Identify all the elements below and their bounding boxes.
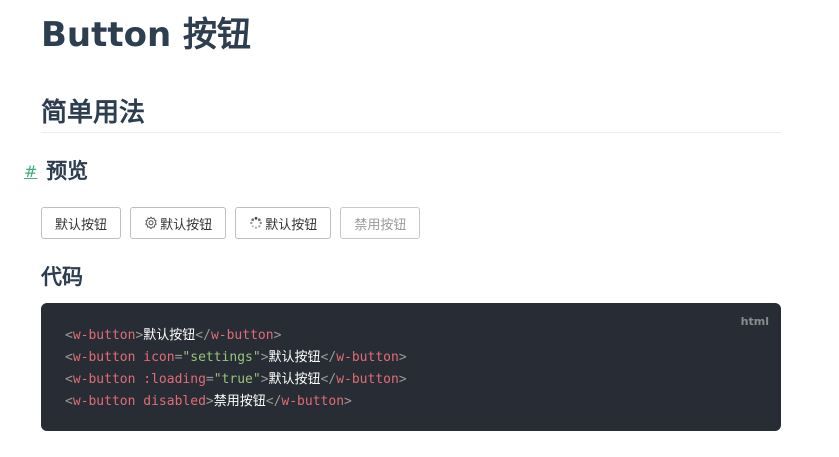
code-token-punct: > — [398, 350, 407, 365]
code-token-text: 默认按钮 — [143, 328, 196, 343]
code-heading: 代码 — [41, 265, 83, 289]
code-token-punct: </ — [195, 328, 211, 343]
page-title: Button 按钮 — [41, 15, 252, 55]
code-token-str: "true" — [213, 372, 261, 387]
code-token-text: 禁用按钮 — [213, 394, 266, 409]
code-token-punct: </ — [265, 394, 282, 409]
preview-heading: 预览 — [46, 159, 89, 183]
code-line: <w-button icon="settings">默认按钮</w-button… — [65, 347, 757, 369]
disabled-button[interactable]: 禁用按钮 — [340, 207, 421, 239]
button-label: 默认按钮 — [160, 217, 213, 233]
code-token-punct: > — [260, 350, 269, 365]
code-block: html <w-button>默认按钮</w-button> <w-button … — [41, 303, 781, 431]
button-label: 默认按钮 — [265, 217, 318, 233]
code-lines: <w-button>默认按钮</w-button> <w-button icon=… — [65, 325, 757, 413]
code-token-attr: icon — [143, 350, 175, 365]
code-token-tag: w-button — [72, 328, 136, 343]
code-language-label: html — [740, 315, 769, 328]
code-token-punct: = — [205, 372, 214, 387]
code-token-punct: </ — [320, 350, 337, 365]
code-token-tag: w-button — [210, 328, 274, 343]
default-button[interactable]: 默认按钮 — [41, 207, 122, 239]
settings-icon-button[interactable]: 默认按钮 — [130, 207, 227, 239]
code-token-punct: > — [398, 372, 407, 387]
code-token-text: 默认按钮 — [268, 372, 321, 387]
code-token-punct: > — [205, 394, 214, 409]
code-token-punct: < — [65, 394, 73, 409]
code-token-punct: </ — [320, 372, 337, 387]
code-token-punct: > — [344, 394, 352, 409]
code-token-punct: > — [260, 372, 269, 387]
settings-icon — [144, 216, 158, 230]
code-token-punct: < — [65, 350, 73, 365]
code-token-tag: w-button — [72, 350, 136, 365]
section-heading: 简单用法 — [41, 96, 781, 133]
code-token-tag: w-button — [281, 394, 345, 409]
preview-heading-row: # 预览 — [24, 156, 88, 186]
code-token-punct: < — [65, 328, 73, 343]
button-label: 默认按钮 — [55, 217, 108, 233]
heading-anchor-link[interactable]: # — [24, 162, 38, 181]
loading-icon — [249, 216, 263, 230]
code-token-attr: :loading — [143, 372, 206, 387]
code-line: <w-button disabled>禁用按钮</w-button> — [65, 391, 757, 413]
loading-button[interactable]: 默认按钮 — [235, 207, 332, 239]
code-token-tag: w-button — [336, 372, 399, 387]
code-token-tag: w-button — [72, 372, 136, 387]
code-line: <w-button :loading="true">默认按钮</w-button… — [65, 369, 757, 391]
code-token-attr: disabled — [143, 394, 206, 409]
code-token-text: 默认按钮 — [268, 350, 321, 365]
code-token-punct: > — [273, 328, 282, 343]
button-demo-row: 默认按钮 默认按钮 默认按钮 禁用按钮 — [41, 207, 424, 239]
code-token-str: "settings" — [182, 350, 261, 365]
code-token-punct: < — [65, 372, 73, 387]
code-token-tag: w-button — [72, 394, 136, 409]
code-token-tag: w-button — [336, 350, 399, 365]
button-label: 禁用按钮 — [354, 217, 407, 233]
code-line: <w-button>默认按钮</w-button> — [65, 325, 757, 347]
